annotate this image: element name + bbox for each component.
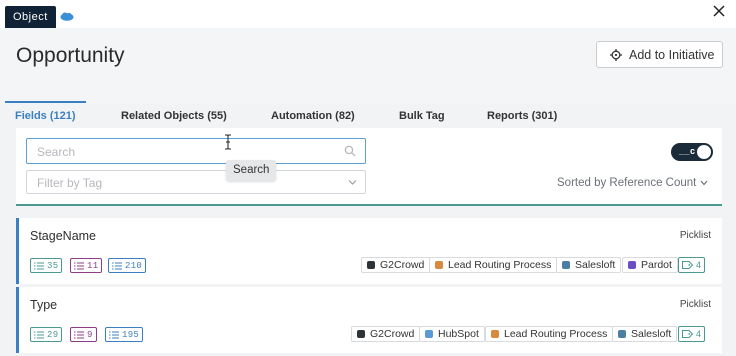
integration-color-dot — [618, 330, 626, 338]
chip-label: G2Crowd — [370, 328, 415, 340]
tag-count-chip[interactable]: 4 — [678, 326, 706, 342]
integration-chip[interactable]: Pardot — [622, 257, 678, 273]
integration-color-dot — [562, 261, 570, 269]
field-card[interactable]: Type Picklist 29 9 195 G2Crowd HubSpot L… — [16, 287, 722, 353]
reference-count-badge[interactable]: 195 — [105, 327, 144, 342]
tab-bulk-tag[interactable]: Bulk Tag — [399, 110, 445, 122]
count-value: 210 — [125, 260, 143, 271]
reference-count-badge[interactable]: 35 — [30, 258, 63, 273]
integration-chip[interactable]: G2Crowd — [351, 326, 421, 342]
chip-label: Pardot — [641, 259, 672, 271]
chevron-down-icon — [348, 180, 357, 185]
tab-reports[interactable]: Reports (301) — [487, 110, 557, 122]
integration-color-dot — [425, 330, 433, 338]
chip-label: Salesloft — [575, 259, 616, 271]
list-icon — [34, 331, 44, 338]
tag-count-chip[interactable]: 4 — [678, 257, 706, 273]
tab-related-objects[interactable]: Related Objects (55) — [121, 110, 227, 122]
filter-panel: Search Filter by Tag __c Sorted by Refer… — [16, 128, 722, 206]
integration-chip[interactable]: Lead Routing Process — [485, 326, 614, 342]
sort-label: Sorted by Reference Count — [557, 177, 697, 189]
chevron-down-icon — [700, 180, 708, 186]
tag-count: 4 — [696, 329, 702, 339]
field-card[interactable]: StageName Picklist 35 11 210 G2Crowd Lea… — [16, 218, 722, 284]
tag-filter-select[interactable]: Filter by Tag — [26, 170, 366, 194]
count-value: 29 — [47, 329, 59, 340]
search-icon — [344, 145, 356, 157]
object-header: Opportunity Add to Initiative Fields (12… — [0, 28, 736, 122]
active-tab-indicator — [5, 101, 86, 103]
list-icon — [112, 262, 122, 269]
integration-chip[interactable]: Salesloft — [556, 257, 622, 273]
integration-color-dot — [628, 261, 636, 269]
integration-color-dot — [357, 330, 365, 338]
list-icon — [109, 331, 119, 338]
sort-dropdown[interactable]: Sorted by Reference Count — [557, 177, 708, 189]
list-icon — [74, 331, 84, 338]
object-badge: Object — [5, 6, 56, 28]
chip-label: G2Crowd — [380, 259, 425, 271]
tag-icon — [682, 330, 693, 338]
chip-label: Salesloft — [631, 328, 672, 340]
chip-label: HubSpot — [438, 328, 479, 340]
crosshair-icon — [610, 48, 622, 61]
integration-color-dot — [435, 261, 443, 269]
reference-count-badge[interactable]: 29 — [30, 327, 63, 342]
reference-count-badge[interactable]: 11 — [70, 258, 103, 273]
chip-label: Lead Routing Process — [448, 259, 552, 271]
chip-label: Lead Routing Process — [504, 328, 608, 340]
tag-filter-placeholder: Filter by Tag — [37, 176, 103, 190]
integration-chip[interactable]: HubSpot — [419, 326, 485, 342]
tab-fields[interactable]: Fields (121) — [15, 110, 76, 122]
search-input[interactable]: Search — [26, 138, 366, 164]
integration-chip[interactable]: G2Crowd — [361, 257, 431, 273]
list-icon — [74, 262, 84, 269]
search-tooltip: Search — [226, 160, 277, 181]
close-icon[interactable] — [712, 4, 726, 18]
count-value: 11 — [87, 260, 99, 271]
field-name: StageName — [30, 229, 97, 243]
integration-chip[interactable]: Lead Routing Process — [429, 257, 558, 273]
custom-fields-toggle[interactable]: __c — [671, 143, 713, 161]
page-title: Opportunity — [16, 44, 125, 67]
search-placeholder: Search — [37, 145, 76, 159]
count-value: 35 — [47, 260, 59, 271]
list-icon — [34, 262, 44, 269]
reference-count-badge[interactable]: 210 — [108, 258, 147, 273]
tag-icon — [682, 261, 693, 269]
integration-chip[interactable]: Salesloft — [612, 326, 678, 342]
integration-color-dot — [491, 330, 499, 338]
top-bar: Object — [0, 0, 736, 28]
count-value: 9 — [87, 329, 93, 340]
toggle-knob — [697, 145, 711, 159]
field-name: Type — [30, 298, 58, 312]
tag-count: 4 — [696, 260, 702, 270]
add-to-initiative-button[interactable]: Add to Initiative — [596, 41, 723, 68]
add-to-initiative-label: Add to Initiative — [629, 47, 715, 62]
count-value: 195 — [122, 329, 140, 340]
reference-count-badge[interactable]: 9 — [70, 327, 97, 342]
integration-color-dot — [367, 261, 375, 269]
field-type: Picklist — [679, 299, 711, 310]
toggle-label: __c — [679, 146, 696, 156]
field-type: Picklist — [679, 230, 711, 241]
tab-automation[interactable]: Automation (82) — [271, 110, 355, 122]
text-cursor-icon — [225, 134, 231, 150]
salesforce-cloud-icon — [60, 12, 74, 21]
